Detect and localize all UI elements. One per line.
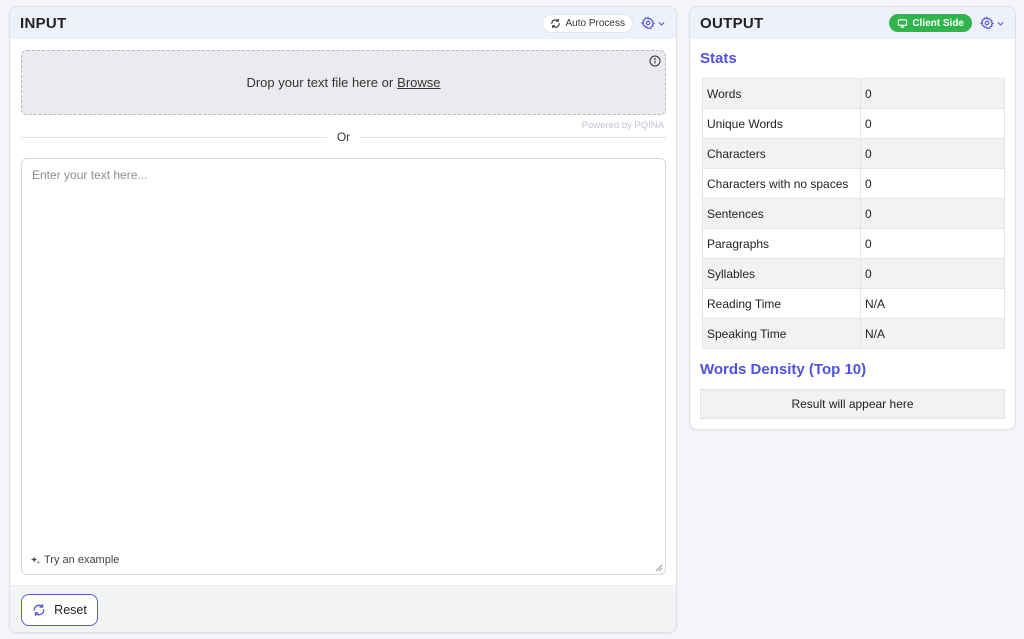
input-settings-button[interactable]: [641, 16, 666, 30]
stat-value: N/A: [860, 288, 1005, 319]
stat-label: Reading Time: [702, 288, 861, 319]
stat-label: Syllables: [702, 258, 861, 289]
stat-value: 0: [860, 198, 1005, 229]
stat-label: Paragraphs: [702, 228, 861, 259]
output-settings-button[interactable]: [980, 16, 1005, 30]
stat-value: 0: [860, 228, 1005, 259]
reset-label: Reset: [54, 603, 87, 617]
stat-label: Characters: [702, 138, 861, 169]
table-row: Sentences 0: [702, 198, 1005, 229]
try-example-label: Try an example: [44, 554, 120, 566]
stat-label: Speaking Time: [702, 318, 861, 349]
stat-value: 0: [860, 78, 1005, 109]
stat-label: Sentences: [702, 198, 861, 229]
or-divider: Or: [21, 129, 666, 145]
words-density-title: Words Density (Top 10): [700, 361, 867, 378]
auto-process-button[interactable]: Auto Process: [541, 13, 633, 33]
stat-value: 0: [860, 168, 1005, 199]
dropzone-text: Drop your text file here or: [246, 75, 394, 90]
text-input[interactable]: [22, 159, 665, 574]
input-panel: INPUT Auto Process Drop your text file h…: [9, 6, 677, 633]
stats-table: Words 0 Unique Words 0 Characters 0 Charact…: [702, 78, 1005, 349]
sparkle-icon: [30, 555, 40, 564]
stat-label: Characters with no spaces: [702, 168, 861, 199]
table-row: Unique Words 0: [702, 108, 1005, 139]
output-panel: OUTPUT Client Side Stats Words 0 Unique W…: [689, 6, 1016, 430]
output-title: OUTPUT: [700, 14, 764, 32]
input-title: INPUT: [20, 14, 67, 32]
gear-icon: [641, 16, 655, 30]
info-icon[interactable]: [649, 55, 661, 67]
stats-title: Stats: [700, 50, 737, 67]
text-input-container: Try an example: [21, 158, 666, 575]
auto-process-label: Auto Process: [565, 17, 625, 29]
stat-value: 0: [860, 108, 1005, 139]
try-example-button[interactable]: Try an example: [30, 554, 119, 566]
divider-line: [360, 136, 666, 138]
table-row: Reading Time N/A: [702, 288, 1005, 319]
gear-icon: [980, 16, 994, 30]
client-side-badge[interactable]: Client Side: [889, 14, 972, 32]
file-dropzone[interactable]: Drop your text file here or Browse: [21, 50, 666, 115]
stat-label: Unique Words: [702, 108, 861, 139]
table-row: Characters 0: [702, 138, 1005, 169]
stat-value: N/A: [860, 318, 1005, 349]
input-footer: Reset: [10, 585, 676, 632]
stat-label: Words: [702, 78, 861, 109]
table-row: Characters with no spaces 0: [702, 168, 1005, 199]
reset-icon: [33, 604, 45, 616]
table-row: Paragraphs 0: [702, 228, 1005, 259]
table-row: Words 0: [702, 78, 1005, 109]
density-result-placeholder: Result will appear here: [700, 389, 1005, 419]
stat-value: 0: [860, 138, 1005, 169]
table-row: Syllables 0: [702, 258, 1005, 289]
reset-button[interactable]: Reset: [21, 594, 98, 626]
chevron-down-icon: [997, 21, 1004, 26]
or-text: Or: [336, 130, 351, 144]
monitor-icon: [898, 18, 908, 28]
client-side-label: Client Side: [912, 17, 964, 29]
divider-line: [21, 136, 327, 138]
table-row: Speaking Time N/A: [702, 318, 1005, 349]
stat-value: 0: [860, 258, 1005, 289]
refresh-icon: [550, 18, 560, 28]
browse-link[interactable]: Browse: [397, 75, 440, 90]
resize-grip-icon[interactable]: [655, 564, 663, 572]
input-header: INPUT Auto Process: [10, 7, 676, 39]
chevron-down-icon: [658, 21, 665, 26]
output-header: OUTPUT Client Side: [690, 7, 1015, 39]
